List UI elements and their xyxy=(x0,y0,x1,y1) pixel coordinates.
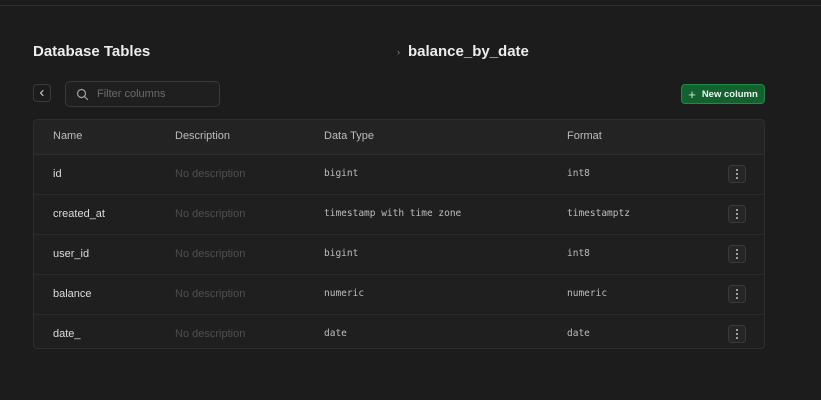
chevron-right-icon: › xyxy=(397,47,400,57)
column-header-data-type: Data Type xyxy=(324,130,374,142)
more-vertical-icon xyxy=(736,209,738,219)
breadcrumb: › balance_by_date xyxy=(397,42,529,62)
page-title: Database Tables xyxy=(33,43,151,60)
cell-name: date_ xyxy=(53,328,81,340)
row-actions-button[interactable] xyxy=(728,285,746,303)
cell-description: No description xyxy=(175,248,246,260)
table-name: balance_by_date xyxy=(408,43,529,60)
more-vertical-icon xyxy=(736,289,738,299)
column-header-description: Description xyxy=(175,130,231,142)
cell-data-type: date xyxy=(324,328,347,339)
table-row[interactable]: created_at No description timestamp with… xyxy=(34,195,764,235)
row-actions-button[interactable] xyxy=(728,165,746,183)
cell-data-type: bigint xyxy=(324,248,359,259)
cell-name: user_id xyxy=(53,248,90,260)
search-input[interactable] xyxy=(97,88,207,100)
table-row[interactable]: user_id No description bigint int8 xyxy=(34,235,764,275)
cell-data-type: bigint xyxy=(324,168,359,179)
search-box[interactable] xyxy=(65,81,220,107)
table-header: Name Description Data Type Format xyxy=(34,120,764,155)
cell-name: created_at xyxy=(53,208,105,220)
cell-description: No description xyxy=(175,328,246,340)
search-icon xyxy=(75,87,89,101)
cell-format: date xyxy=(567,328,590,339)
cell-format: numeric xyxy=(567,288,608,299)
cell-description: No description xyxy=(175,168,246,180)
new-column-button[interactable]: + New column xyxy=(681,84,765,104)
new-column-label: New column xyxy=(701,88,758,100)
columns-table: Name Description Data Type Format id No … xyxy=(33,119,765,349)
page-header: Database Tables › balance_by_date xyxy=(33,42,765,64)
column-header-format: Format xyxy=(567,130,602,142)
back-button[interactable] xyxy=(33,84,51,102)
row-actions-button[interactable] xyxy=(728,325,746,343)
table-row[interactable]: date_ No description date date xyxy=(34,315,764,348)
cell-format: int8 xyxy=(567,248,590,259)
cell-format: int8 xyxy=(567,168,590,179)
cell-name: id xyxy=(53,168,62,180)
cell-description: No description xyxy=(175,208,246,220)
cell-name: balance xyxy=(53,288,92,300)
plus-icon: + xyxy=(688,86,696,102)
cell-data-type: timestamp with time zone xyxy=(324,208,462,219)
more-vertical-icon xyxy=(736,329,738,339)
cell-format: timestamptz xyxy=(567,208,630,219)
table-row[interactable]: id No description bigint int8 xyxy=(34,155,764,195)
row-actions-button[interactable] xyxy=(728,205,746,223)
row-actions-button[interactable] xyxy=(728,245,746,263)
chevron-left-icon xyxy=(39,89,44,97)
more-vertical-icon xyxy=(736,169,738,179)
toolbar: + New column xyxy=(33,81,765,107)
more-vertical-icon xyxy=(736,249,738,259)
table-row[interactable]: balance No description numeric numeric xyxy=(34,275,764,315)
column-header-name: Name xyxy=(53,130,83,142)
cell-description: No description xyxy=(175,288,246,300)
top-bar xyxy=(0,0,821,6)
cell-data-type: numeric xyxy=(324,288,365,299)
